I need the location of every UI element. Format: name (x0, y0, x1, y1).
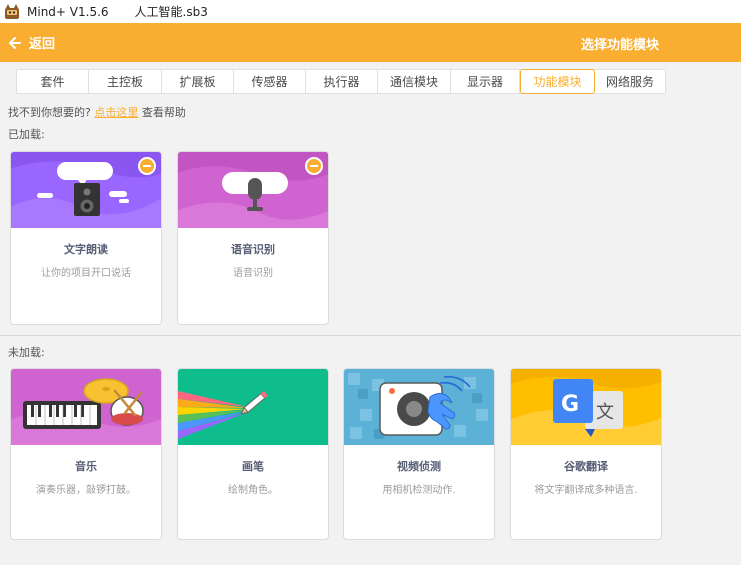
header-bar: 返回 选择功能模块 (0, 23, 741, 62)
tab-sensor[interactable]: 传感器 (234, 70, 306, 93)
extension-card-video-sensing[interactable]: 视频侦测 用相机检测动作. (343, 368, 495, 540)
tab-communication[interactable]: 通信模块 (378, 70, 451, 93)
card-description: 让你的项目开口说话 (41, 268, 131, 279)
translate-icon: 文 G (511, 369, 661, 445)
card-name: 语音识别 (231, 243, 275, 256)
tab-kit[interactable]: 套件 (17, 70, 89, 93)
loaded-section-label: 已加载: (8, 128, 45, 141)
card-name: 画笔 (242, 460, 264, 473)
app-name: Mind+ V1.5.6 (27, 4, 109, 19)
extension-card-google-translate[interactable]: 文 G 谷歌翻译 将文字翻译成多种语言. (510, 368, 662, 540)
page-title: 选择功能模块 (581, 38, 660, 53)
back-label: 返回 (29, 37, 56, 52)
svg-text:文: 文 (596, 402, 614, 423)
help-line: 找不到你想要的? 点击这里 查看帮助 (8, 104, 186, 120)
remove-extension-button[interactable] (305, 157, 323, 175)
card-name: 视频侦测 (397, 460, 441, 473)
card-description: 用相机检测动作. (382, 485, 456, 496)
card-description: 将文字翻译成多种语言. (534, 485, 638, 496)
tab-network-service[interactable]: 网络服务 (595, 70, 665, 93)
help-link[interactable]: 点击这里 (94, 106, 138, 119)
card-description: 语音识别 (233, 268, 273, 279)
help-suffix: 查看帮助 (141, 106, 186, 119)
file-name: 人工智能.sb3 (134, 5, 208, 19)
pen-icon (178, 369, 328, 445)
section-divider (0, 335, 741, 336)
back-button[interactable]: 返回 (9, 33, 55, 52)
extension-card-speech-recognition[interactable]: 语音识别 语音识别 (177, 151, 329, 325)
minus-icon (143, 165, 151, 167)
card-description: 绘制角色。 (228, 485, 278, 496)
card-thumbnail (344, 369, 494, 445)
card-thumbnail (11, 369, 161, 445)
mindplus-logo-icon (5, 3, 19, 19)
card-name: 音乐 (75, 460, 97, 473)
music-instruments-icon (11, 369, 161, 445)
tab-actuator[interactable]: 执行器 (306, 70, 378, 93)
tab-mainboard[interactable]: 主控板 (89, 70, 162, 93)
back-arrow-icon (9, 36, 21, 49)
card-name: 谷歌翻译 (564, 460, 608, 473)
window-titlebar: Mind+ V1.5.6 人工智能.sb3 (0, 0, 741, 23)
card-thumbnail: 文 G (511, 369, 661, 445)
svg-text:G: G (561, 392, 579, 417)
unloaded-section-label: 未加载: (8, 346, 45, 359)
card-thumbnail (11, 152, 161, 228)
tab-expansion-board[interactable]: 扩展板 (162, 70, 234, 93)
extension-card-pen[interactable]: 画笔 绘制角色。 (177, 368, 329, 540)
help-prefix: 找不到你想要的? (8, 106, 91, 119)
tab-function-module[interactable]: 功能模块 (520, 69, 595, 94)
extension-card-music[interactable]: 音乐 演奏乐器，敲锣打鼓。 (10, 368, 162, 540)
card-name: 文字朗读 (64, 243, 108, 256)
category-tabs: 套件 主控板 扩展板 传感器 执行器 通信模块 显示器 功能模块 网络服务 (16, 69, 666, 94)
extension-card-text-to-speech[interactable]: 文字朗读 让你的项目开口说话 (10, 151, 162, 325)
card-thumbnail (178, 152, 328, 228)
card-thumbnail (178, 369, 328, 445)
tab-display[interactable]: 显示器 (451, 70, 520, 93)
remove-extension-button[interactable] (138, 157, 156, 175)
card-description: 演奏乐器，敲锣打鼓。 (36, 485, 136, 496)
minus-icon (310, 165, 318, 167)
video-sensing-icon (344, 369, 494, 445)
